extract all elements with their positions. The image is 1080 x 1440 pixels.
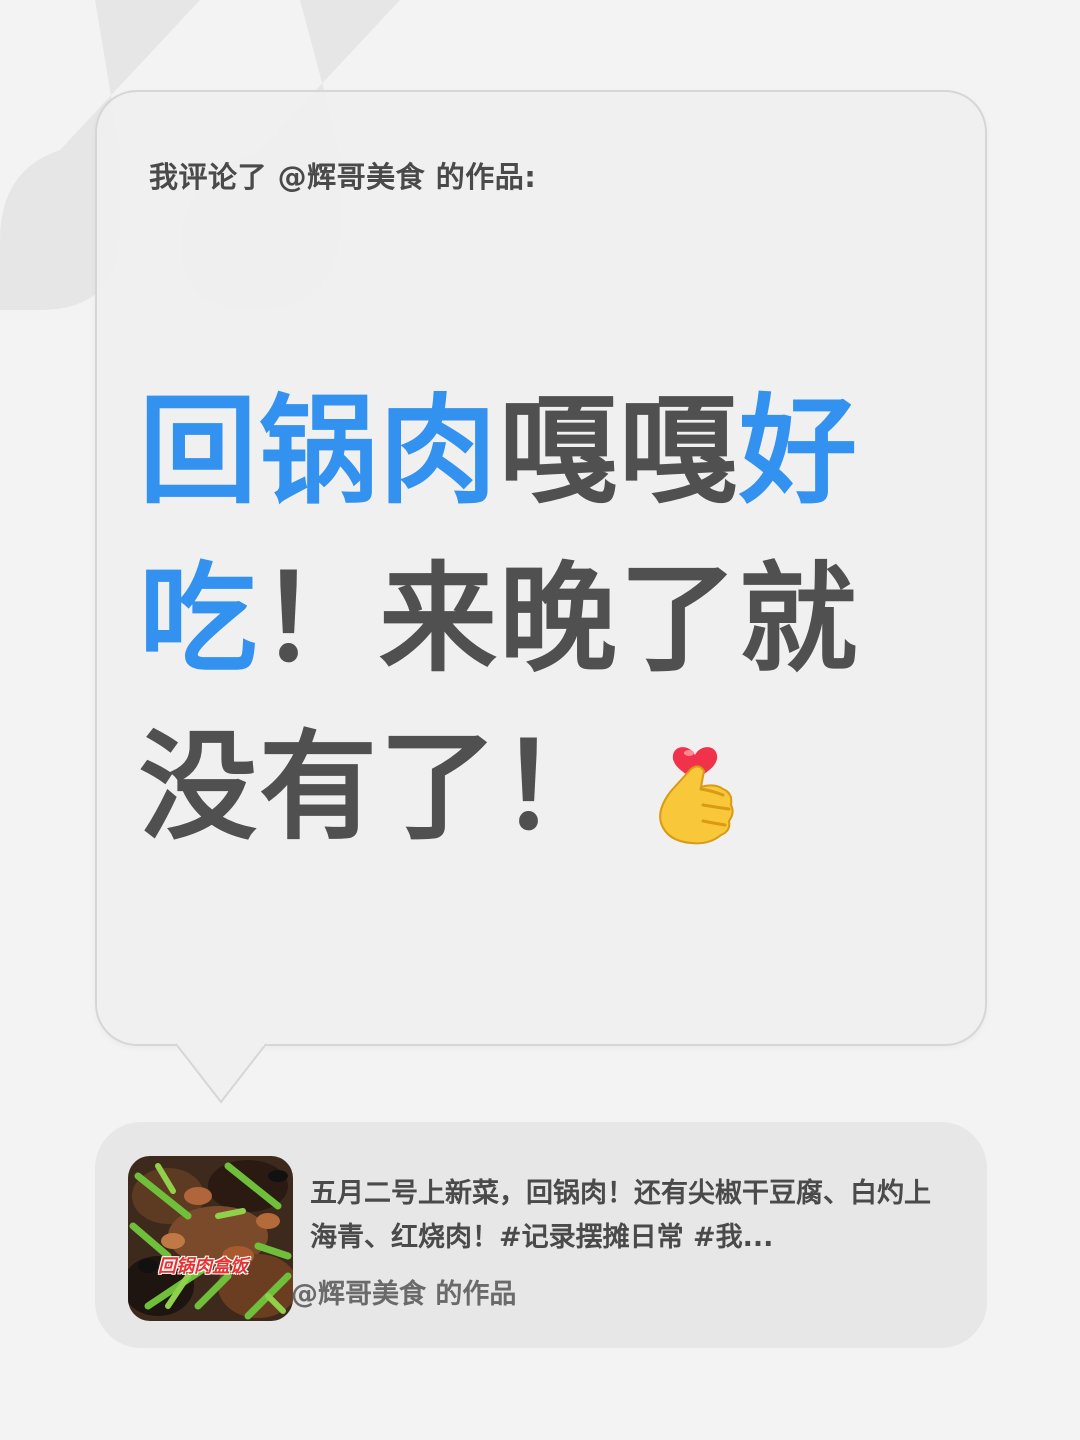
page: 我评论了 @辉哥美食 的作品: 回锅肉嘎嘎好吃！来晚了就没有了！ 回锅肉盒饭 五… (0, 0, 1080, 1440)
original-post-card[interactable]: 回锅肉盒饭 五月二号上新菜，回锅肉！还有尖椒干豆腐、白灼上海青、红烧肉！#记录摆… (95, 1122, 987, 1348)
comment-header: 我评论了 @辉哥美食 的作品: (149, 160, 537, 194)
post-thumbnail[interactable]: 回锅肉盒饭 (128, 1156, 293, 1321)
comment-segment: 回锅肉 (139, 382, 500, 520)
heart-hand-icon (659, 746, 734, 845)
bubble-tail (176, 1040, 266, 1104)
comment-text: 回锅肉嘎嘎好吃！来晚了就没有了！ (139, 367, 879, 871)
comment-segment: 嘎嘎 (499, 382, 740, 520)
post-description[interactable]: 五月二号上新菜，回锅肉！还有尖椒干豆腐、白灼上海青、红烧肉！#记录摆摊日常 #我… (310, 1172, 950, 1260)
food-image (128, 1156, 293, 1321)
post-author[interactable]: @辉哥美食 的作品 (291, 1272, 516, 1311)
thumbnail-caption: 回锅肉盒饭 (158, 1256, 248, 1277)
comment-bubble: 我评论了 @辉哥美食 的作品: 回锅肉嘎嘎好吃！来晚了就没有了！ (95, 90, 987, 1046)
